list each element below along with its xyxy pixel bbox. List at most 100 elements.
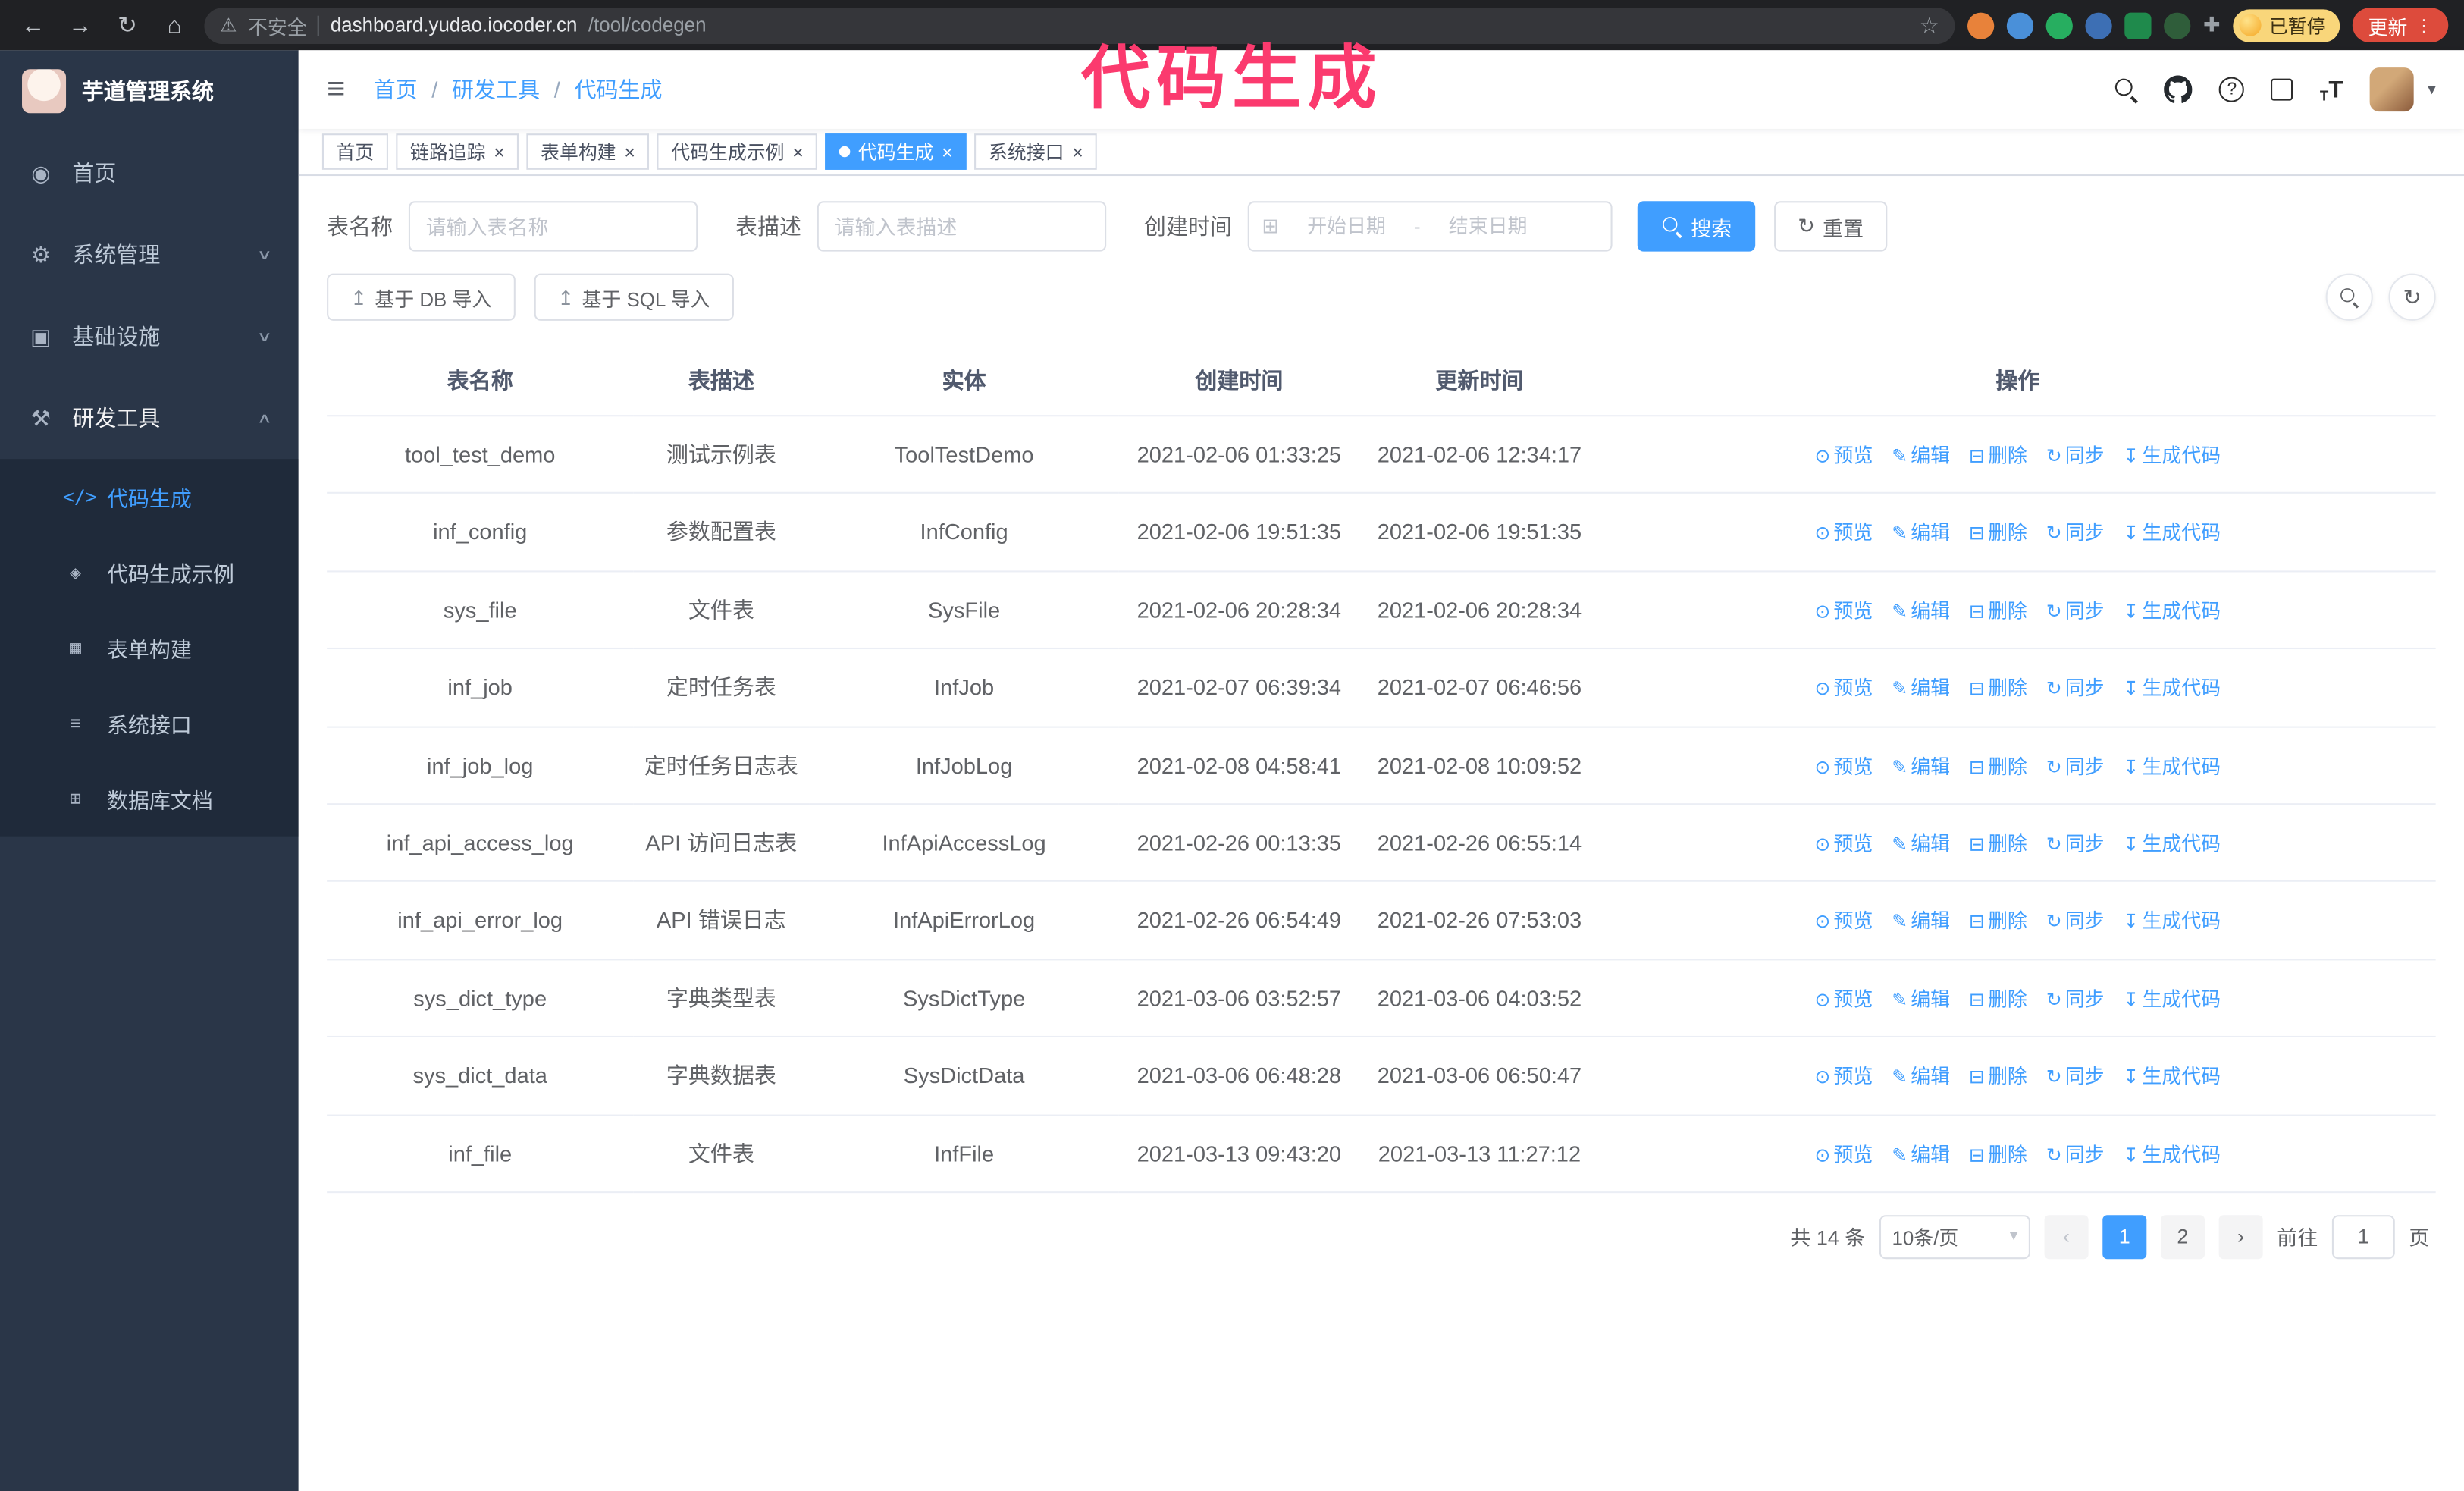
goto-page-input[interactable]: [2331, 1215, 2395, 1260]
preview-link[interactable]: ⊙ 预览: [1815, 523, 1873, 545]
date-end-input[interactable]: [1426, 215, 1550, 237]
edit-link[interactable]: ✎ 编辑: [1892, 911, 1950, 933]
tab-close-icon[interactable]: ×: [1072, 141, 1083, 163]
sync-link[interactable]: ↻ 同步: [2046, 600, 2105, 622]
generate-code-link[interactable]: ↧ 生成代码: [2123, 755, 2221, 777]
sync-link[interactable]: ↻ 同步: [2046, 678, 2105, 700]
table-desc-input[interactable]: [817, 201, 1107, 252]
header-search-icon[interactable]: [2115, 78, 2137, 101]
user-avatar[interactable]: [2369, 67, 2414, 112]
back-icon[interactable]: ←: [16, 12, 51, 39]
preview-link[interactable]: ⊙ 预览: [1815, 600, 1873, 622]
sync-link[interactable]: ↻ 同步: [2046, 833, 2105, 855]
extension-icon-4[interactable]: [2085, 11, 2112, 39]
edit-link[interactable]: ✎ 编辑: [1892, 445, 1950, 467]
generate-code-link[interactable]: ↧ 生成代码: [2123, 1144, 2221, 1166]
next-page-button[interactable]: ›: [2218, 1215, 2263, 1260]
tab-close-icon[interactable]: ×: [494, 141, 505, 163]
tab-1[interactable]: 链路追踪 ×: [396, 133, 519, 170]
toggle-search-button[interactable]: [2325, 273, 2373, 321]
address-bar[interactable]: ⚠ 不安全 dashboard.yudao.iocoder.cn /tool/c…: [204, 7, 1955, 43]
breadcrumb-home[interactable]: 首页: [374, 74, 418, 105]
delete-link[interactable]: ⊟ 删除: [1969, 445, 2027, 467]
delete-link[interactable]: ⊟ 删除: [1969, 911, 2027, 933]
sync-link[interactable]: ↻ 同步: [2046, 1066, 2105, 1088]
tab-3[interactable]: 代码生成示例 ×: [657, 133, 818, 170]
sidebar-item-system-management[interactable]: ⚙ 系统管理 ∨: [0, 214, 299, 296]
page-button-2[interactable]: 2: [2160, 1215, 2205, 1260]
import-db-button[interactable]: ↥ 基于 DB 导入: [327, 273, 516, 321]
refresh-table-button[interactable]: ↻: [2388, 273, 2436, 321]
generate-code-link[interactable]: ↧ 生成代码: [2123, 833, 2221, 855]
tab-5[interactable]: 系统接口 ×: [974, 133, 1098, 170]
edit-link[interactable]: ✎ 编辑: [1892, 988, 1950, 1010]
extension-icon-5[interactable]: [2124, 11, 2152, 39]
font-size-icon[interactable]: TT: [2320, 77, 2343, 103]
generate-code-link[interactable]: ↧ 生成代码: [2123, 678, 2221, 700]
forward-icon[interactable]: →: [63, 12, 98, 39]
sidebar-item-form-builder[interactable]: ▦ 表单构建: [0, 610, 299, 685]
search-button[interactable]: 搜索: [1637, 201, 1756, 252]
sidebar-item-codegen[interactable]: </> 代码生成: [0, 459, 299, 534]
delete-link[interactable]: ⊟ 删除: [1969, 1066, 2027, 1088]
extensions-puzzle-icon[interactable]: ✚: [2203, 12, 2221, 39]
profile-paused-badge[interactable]: 已暂停: [2233, 8, 2340, 42]
page-size-select[interactable]: 10条/页 ▾: [1879, 1215, 2030, 1260]
sidebar-item-db-doc[interactable]: ⊞ 数据库文档: [0, 761, 299, 836]
edit-link[interactable]: ✎ 编辑: [1892, 833, 1950, 855]
delete-link[interactable]: ⊟ 删除: [1969, 988, 2027, 1010]
tab-close-icon[interactable]: ×: [792, 141, 804, 163]
generate-code-link[interactable]: ↧ 生成代码: [2123, 988, 2221, 1010]
preview-link[interactable]: ⊙ 预览: [1815, 1144, 1873, 1166]
sync-link[interactable]: ↻ 同步: [2046, 911, 2105, 933]
tab-close-icon[interactable]: ×: [624, 141, 635, 163]
preview-link[interactable]: ⊙ 预览: [1815, 445, 1873, 467]
tab-close-icon[interactable]: ×: [942, 141, 953, 163]
edit-link[interactable]: ✎ 编辑: [1892, 1066, 1950, 1088]
menu-toggle-icon[interactable]: ≡: [327, 71, 345, 108]
sidebar-item-codegen-example[interactable]: ◈ 代码生成示例: [0, 535, 299, 610]
sidebar-item-home[interactable]: ◉ 首页: [0, 132, 299, 214]
update-button[interactable]: 更新 ⋮: [2352, 8, 2449, 42]
home-icon[interactable]: ⌂: [157, 12, 192, 39]
generate-code-link[interactable]: ↧ 生成代码: [2123, 523, 2221, 545]
sidebar-item-infrastructure[interactable]: ▣ 基础设施 ∨: [0, 296, 299, 378]
fullscreen-icon[interactable]: [2271, 78, 2293, 101]
edit-link[interactable]: ✎ 编辑: [1892, 523, 1950, 545]
delete-link[interactable]: ⊟ 删除: [1969, 833, 2027, 855]
sync-link[interactable]: ↻ 同步: [2046, 755, 2105, 777]
generate-code-link[interactable]: ↧ 生成代码: [2123, 1066, 2221, 1088]
reset-button[interactable]: ↻ 重置: [1774, 201, 1888, 252]
delete-link[interactable]: ⊟ 删除: [1969, 523, 2027, 545]
reload-icon[interactable]: ↻: [110, 11, 145, 39]
edit-link[interactable]: ✎ 编辑: [1892, 755, 1950, 777]
extension-icon-1[interactable]: [1967, 11, 1995, 39]
breadcrumb-dev-tools[interactable]: 研发工具: [452, 74, 540, 105]
import-sql-button[interactable]: ↥ 基于 SQL 导入: [534, 273, 734, 321]
generate-code-link[interactable]: ↧ 生成代码: [2123, 911, 2221, 933]
preview-link[interactable]: ⊙ 预览: [1815, 988, 1873, 1010]
prev-page-button[interactable]: ‹: [2044, 1215, 2089, 1260]
delete-link[interactable]: ⊟ 删除: [1969, 678, 2027, 700]
tab-2[interactable]: 表单构建 ×: [526, 133, 650, 170]
page-button-1[interactable]: 1: [2102, 1215, 2147, 1260]
preview-link[interactable]: ⊙ 预览: [1815, 833, 1873, 855]
sync-link[interactable]: ↻ 同步: [2046, 445, 2105, 467]
sync-link[interactable]: ↻ 同步: [2046, 988, 2105, 1010]
delete-link[interactable]: ⊟ 删除: [1969, 755, 2027, 777]
table-name-input[interactable]: [408, 201, 698, 252]
github-icon[interactable]: [2164, 75, 2193, 103]
sync-link[interactable]: ↻ 同步: [2046, 1144, 2105, 1166]
extension-icon-6[interactable]: [2164, 11, 2191, 39]
avatar-caret-icon[interactable]: ▾: [2428, 81, 2435, 99]
extension-icon-2[interactable]: [2006, 11, 2034, 39]
sidebar-item-dev-tools[interactable]: ⚒ 研发工具 ∧: [0, 377, 299, 459]
generate-code-link[interactable]: ↧ 生成代码: [2123, 445, 2221, 467]
edit-link[interactable]: ✎ 编辑: [1892, 600, 1950, 622]
preview-link[interactable]: ⊙ 预览: [1815, 755, 1873, 777]
preview-link[interactable]: ⊙ 预览: [1815, 678, 1873, 700]
delete-link[interactable]: ⊟ 删除: [1969, 1144, 2027, 1166]
preview-link[interactable]: ⊙ 预览: [1815, 911, 1873, 933]
delete-link[interactable]: ⊟ 删除: [1969, 600, 2027, 622]
preview-link[interactable]: ⊙ 预览: [1815, 1066, 1873, 1088]
